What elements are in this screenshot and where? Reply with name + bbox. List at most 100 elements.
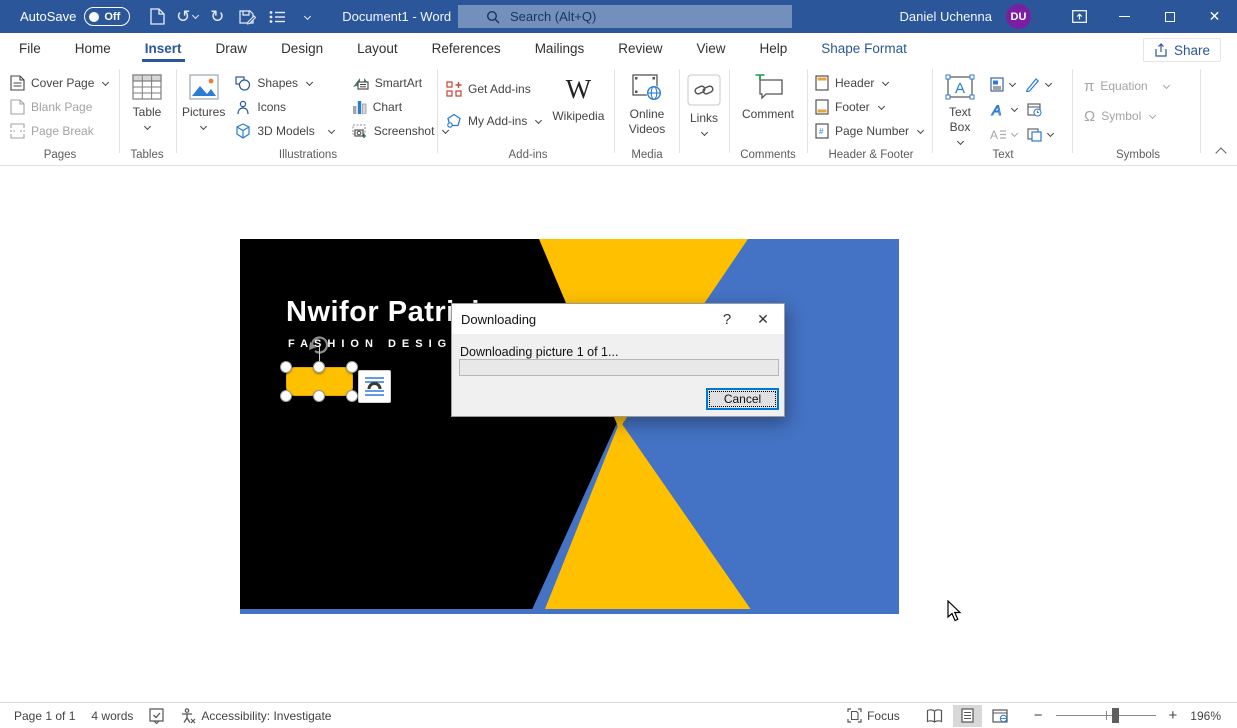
group-media: Online Videos Media	[619, 66, 675, 162]
collapse-ribbon-button[interactable]	[1215, 147, 1226, 158]
page-break-button[interactable]: Page Break	[8, 120, 112, 142]
maximize-button[interactable]	[1147, 0, 1192, 33]
drop-cap-icon: A	[990, 128, 1006, 141]
wikipedia-button[interactable]: W Wikipedia	[547, 66, 609, 132]
pictures-chevron-icon	[200, 123, 207, 130]
table-button[interactable]: Table	[124, 66, 170, 129]
ribbon-display-options-button[interactable]	[1057, 0, 1102, 33]
dialog-close-button[interactable]: ✕	[742, 311, 784, 328]
signature-line-button[interactable]	[1023, 73, 1053, 96]
blank-page-button[interactable]: Blank Page	[8, 96, 112, 118]
resize-handle[interactable]	[346, 361, 358, 373]
autosave-toggle[interactable]: Off	[84, 7, 130, 26]
cover-page-canvas[interactable]: Nwifor Patricia FASHION DESIGNER	[240, 239, 899, 614]
links-button[interactable]: Links	[683, 66, 725, 135]
header-button[interactable]: Header	[813, 72, 929, 94]
tab-review[interactable]: Review	[615, 35, 665, 62]
footer-button[interactable]: Footer	[813, 96, 929, 118]
web-layout-button[interactable]	[986, 705, 1015, 727]
shapes-button[interactable]: Shapes	[233, 72, 335, 94]
tab-layout[interactable]: Layout	[354, 35, 401, 62]
search-input[interactable]	[510, 9, 792, 24]
bullet-list-button[interactable]	[264, 4, 290, 30]
blank-page-icon	[10, 99, 25, 115]
text-box-button[interactable]: A Text Box	[938, 66, 982, 146]
read-mode-button[interactable]	[920, 705, 949, 727]
document-area[interactable]: Nwifor Patricia FASHION DESIGNER	[0, 166, 1237, 702]
undo-button[interactable]: ↺	[174, 4, 200, 30]
resize-handle[interactable]	[313, 390, 325, 402]
resize-handle[interactable]	[313, 361, 325, 373]
smartart-button[interactable]: SmartArt	[350, 72, 451, 94]
pictures-button[interactable]: Pictures	[182, 66, 225, 142]
tab-insert[interactable]: Insert	[142, 35, 185, 62]
focus-button[interactable]: Focus	[847, 708, 900, 723]
tab-view[interactable]: View	[693, 35, 728, 62]
dialog-title-bar[interactable]: Downloading ? ✕	[452, 304, 784, 334]
zoom-in-button[interactable]: +	[1166, 707, 1181, 724]
search-box[interactable]	[458, 5, 792, 28]
quick-parts-button[interactable]	[988, 73, 1017, 96]
page-number-label: Page Number	[835, 124, 909, 138]
drop-cap-button[interactable]: A	[988, 123, 1019, 146]
tab-home[interactable]: Home	[72, 35, 114, 62]
user-name[interactable]: Daniel Uchenna	[899, 9, 992, 24]
chart-button[interactable]: Chart	[350, 96, 451, 118]
cover-page-button[interactable]: Cover Page	[8, 72, 112, 94]
accessibility-button[interactable]: Accessibility: Investigate	[180, 708, 331, 724]
redo-button[interactable]: ↻	[204, 4, 230, 30]
cancel-button[interactable]: Cancel	[706, 388, 779, 410]
tab-file[interactable]: File	[16, 35, 44, 62]
zoom-level[interactable]: 196%	[1190, 709, 1221, 723]
3d-models-button[interactable]: 3D Models	[233, 120, 335, 142]
cover-page-chevron-icon	[102, 78, 109, 85]
page-number-button[interactable]: # Page Number	[813, 120, 929, 142]
dialog-help-button[interactable]: ?	[712, 311, 742, 328]
tab-design[interactable]: Design	[278, 35, 326, 62]
date-time-button[interactable]	[1025, 98, 1044, 121]
object-button[interactable]	[1025, 123, 1055, 146]
share-button[interactable]: Share	[1143, 38, 1221, 62]
equation-label: Equation	[1100, 79, 1147, 93]
close-button[interactable]: ✕	[1192, 0, 1237, 33]
tab-draw[interactable]: Draw	[213, 35, 251, 62]
word-count[interactable]: 4 words	[91, 709, 133, 723]
get-addins-button[interactable]: Get Add-ins	[444, 78, 543, 100]
tab-shape-format[interactable]: Shape Format	[818, 35, 910, 62]
resize-handle[interactable]	[346, 390, 358, 402]
resize-handle[interactable]	[280, 390, 292, 402]
customize-qat-button[interactable]	[294, 4, 320, 30]
comment-button[interactable]: Comment	[736, 66, 800, 122]
zoom-out-button[interactable]: −	[1031, 707, 1046, 724]
screenshot-button[interactable]: Screenshot	[350, 120, 451, 142]
online-videos-button[interactable]: Online Videos	[619, 66, 675, 137]
focus-label: Focus	[867, 709, 900, 723]
header-label: Header	[835, 76, 874, 90]
page-indicator[interactable]: Page 1 of 1	[14, 709, 75, 723]
new-document-button[interactable]	[144, 4, 170, 30]
avatar[interactable]: DU	[1006, 4, 1031, 29]
wordart-button[interactable]: A	[988, 98, 1019, 121]
equation-button[interactable]: π Equation	[1082, 75, 1198, 97]
text-box-icon: A	[945, 74, 975, 100]
header-icon	[815, 75, 829, 91]
minimize-button[interactable]	[1102, 0, 1147, 33]
proofing-status-button[interactable]	[149, 708, 164, 724]
icons-button[interactable]: Icons	[233, 96, 335, 118]
tab-help[interactable]: Help	[757, 35, 791, 62]
resize-handle[interactable]	[280, 361, 292, 373]
save-button[interactable]	[234, 4, 260, 30]
svg-text:A: A	[955, 80, 965, 97]
tab-mailings[interactable]: Mailings	[532, 35, 588, 62]
my-addins-button[interactable]: My Add-ins	[444, 110, 543, 132]
object-icon	[1027, 128, 1042, 142]
zoom-slider[interactable]	[1056, 715, 1156, 716]
symbol-button[interactable]: Ω Symbol	[1082, 105, 1198, 127]
zoom-slider-handle[interactable]	[1112, 708, 1119, 723]
title-bar-right: Daniel Uchenna DU ✕	[899, 0, 1237, 33]
print-layout-button[interactable]	[953, 705, 982, 727]
footer-label: Footer	[835, 100, 870, 114]
layout-options-button[interactable]	[358, 370, 391, 403]
group-label-header-footer: Header & Footer	[813, 149, 929, 161]
tab-references[interactable]: References	[429, 35, 504, 62]
